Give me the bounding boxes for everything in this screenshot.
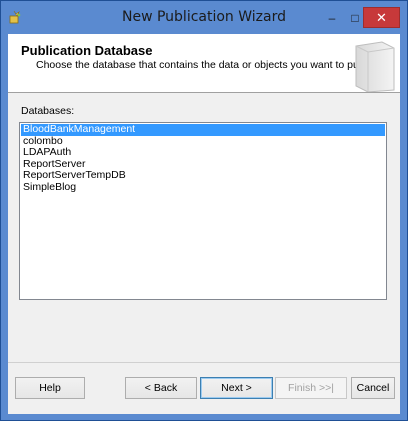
back-button[interactable]: < Back xyxy=(125,377,197,399)
list-item[interactable]: ReportServerTempDB xyxy=(21,169,385,182)
list-item[interactable]: BloodBankManagement xyxy=(21,123,385,136)
help-button[interactable]: Help xyxy=(15,377,85,399)
minimize-icon: – xyxy=(328,11,336,25)
list-item[interactable]: colombo xyxy=(21,135,385,148)
finish-button[interactable]: Finish >>| xyxy=(275,377,347,399)
page-title: Publication Database xyxy=(21,43,153,58)
list-item[interactable]: LDAPAuth xyxy=(21,146,385,159)
next-button[interactable]: Next > xyxy=(200,377,273,399)
wizard-header: Publication Database Choose the database… xyxy=(8,34,400,93)
database-server-icon xyxy=(355,41,395,92)
databases-label: Databases: xyxy=(21,105,75,117)
cancel-button[interactable]: Cancel xyxy=(351,377,395,399)
footer-separator xyxy=(8,362,400,363)
wizard-client-area: Publication Database Choose the database… xyxy=(8,34,400,414)
title-bar[interactable]: New Publication Wizard – □ ✕ xyxy=(1,1,407,33)
wizard-window: New Publication Wizard – □ ✕ Publication… xyxy=(0,0,408,421)
close-button[interactable]: ✕ xyxy=(363,7,400,28)
databases-listbox[interactable]: BloodBankManagement colombo LDAPAuth Rep… xyxy=(19,122,387,300)
list-item[interactable]: SimpleBlog xyxy=(21,181,385,194)
page-description: Choose the database that contains the da… xyxy=(36,59,384,71)
maximize-icon: □ xyxy=(351,11,359,25)
close-icon: ✕ xyxy=(376,9,387,25)
